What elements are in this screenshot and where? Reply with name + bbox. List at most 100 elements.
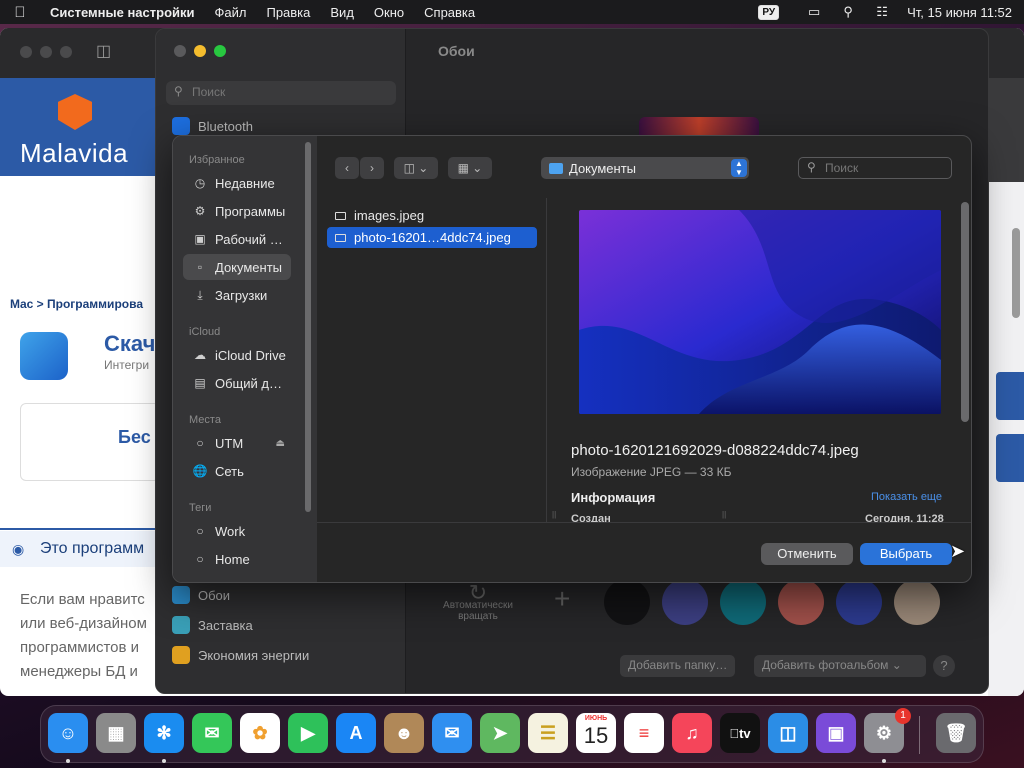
color-swatch[interactable] <box>836 579 882 625</box>
color-swatch[interactable] <box>662 579 708 625</box>
group-mode-button[interactable]: ▦ ⌄ <box>448 157 492 179</box>
sidebar-item-documents[interactable]: ▫ Документы <box>183 254 291 280</box>
sidebar-item-tag-home[interactable]: ○ Home <box>183 546 291 572</box>
wallpaper-preview-image <box>579 210 941 414</box>
messages-icon[interactable]: ✉ <box>192 713 232 753</box>
eject-icon[interactable]: ⏏ <box>276 438 285 449</box>
cancel-button[interactable]: Отменить <box>761 543 853 565</box>
add-album-button[interactable]: Добавить фотоальбом ⌄ <box>754 655 926 677</box>
calendar-icon[interactable]: ИЮНЬ 15 <box>576 713 616 753</box>
preview-scrollbar[interactable] <box>961 202 969 422</box>
back-button[interactable]: ‹ <box>335 157 359 179</box>
browser-right-edge <box>988 78 1024 696</box>
trash-icon[interactable]: 🗑 <box>936 713 976 753</box>
location-label: Документы <box>569 160 637 176</box>
panel-search-input[interactable]: ⚲ Поиск <box>798 157 952 179</box>
view-mode-button[interactable]: ◫ ⌄ <box>394 157 438 179</box>
tv-icon[interactable]: tv <box>720 713 760 753</box>
menu-help[interactable]: Справка <box>414 5 485 20</box>
color-swatch[interactable] <box>778 579 824 625</box>
help-button[interactable]: ? <box>933 655 955 677</box>
safari-icon[interactable]: ✻ <box>144 713 184 753</box>
file-row-selected[interactable]: photo-16201…4ddc74.jpeg <box>327 227 537 248</box>
apple-icon[interactable]:  <box>0 4 40 21</box>
column-resize-handle[interactable]: || <box>552 510 556 519</box>
mail-icon[interactable]: ✉ <box>432 713 472 753</box>
sidebar-item-screensaver[interactable]: Заставка <box>172 616 253 634</box>
icloud-header: iCloud <box>189 326 221 338</box>
running-indicator <box>66 759 70 763</box>
reminders-icon[interactable]: ≡ <box>624 713 664 753</box>
launchpad-icon[interactable]: ▦ <box>96 713 136 753</box>
chevron-down-icon: ⌄ <box>891 658 902 672</box>
keynote-icon[interactable]: ◫ <box>768 713 808 753</box>
sidebar-item-label: Обои <box>198 587 231 603</box>
settings-pane-title: Обои <box>438 43 475 59</box>
forward-button[interactable]: › <box>360 157 384 179</box>
color-swatch[interactable] <box>604 579 650 625</box>
search-icon[interactable]: ⚲ <box>831 4 865 20</box>
file-row[interactable]: images.jpeg <box>327 205 537 226</box>
search-icon: ⚲ <box>807 160 816 174</box>
screen-mirroring-icon[interactable]: ▭ <box>797 4 831 20</box>
section-divider <box>0 528 160 530</box>
globe-icon: 🌐 <box>192 464 208 478</box>
sidebar-item-utm[interactable]: ○ UTM ⏏ <box>183 430 291 456</box>
menu-view[interactable]: Вид <box>320 5 364 20</box>
sidebar-scrollbar[interactable] <box>305 142 311 512</box>
browser-window-controls[interactable] <box>20 46 72 58</box>
breadcrumb[interactable]: Mac > Программирова <box>10 297 143 311</box>
control-center-icon[interactable]: ☷ <box>865 4 899 20</box>
music-icon[interactable]: ♫ <box>672 713 712 753</box>
show-more-link[interactable]: Показать еще <box>871 491 942 503</box>
sidebar-item-energy[interactable]: Экономия энергии <box>172 646 309 664</box>
sidebar-item-network[interactable]: 🌐 Сеть <box>183 458 291 484</box>
finder-icon[interactable]: ☺ <box>48 713 88 753</box>
minimize-button[interactable] <box>194 45 206 57</box>
sidebar-toggle-icon[interactable]: ◫ <box>96 41 111 61</box>
sidebar-item-downloads[interactable]: ⤓ Загрузки <box>183 282 291 308</box>
contacts-icon[interactable]: ☻ <box>384 713 424 753</box>
menu-window[interactable]: Окно <box>364 5 414 20</box>
facetime-icon[interactable]: ▶ <box>288 713 328 753</box>
sidebar-item-bluetooth[interactable]: Bluetooth <box>172 117 253 135</box>
browser-side-button[interactable] <box>996 434 1024 482</box>
site-logo-text: Malavida <box>20 138 129 168</box>
rss-icon: ◉ <box>12 541 25 557</box>
sidebar-item-recents[interactable]: ◷ Недавние <box>183 170 291 196</box>
add-folder-button[interactable]: Добавить папку… <box>620 655 736 677</box>
menu-app-name[interactable]: Системные настройки <box>40 5 205 20</box>
menu-file[interactable]: Файл <box>205 5 257 20</box>
sidebar-item-icloud-drive[interactable]: ☁ iCloud Drive <box>183 342 291 368</box>
photos-icon[interactable]: ✿ <box>240 713 280 753</box>
sidebar-item-wallpaper[interactable]: Обои <box>172 586 230 604</box>
podcast-icon[interactable]: ▣ <box>816 713 856 753</box>
site-header[interactable]: Malavida <box>0 78 160 176</box>
sidebar-item-applications[interactable]: ⚙ Программы <box>183 198 291 224</box>
color-swatch[interactable] <box>720 579 766 625</box>
section-title: Это программ <box>40 540 145 557</box>
sidebar-item-shared[interactable]: ▤ Общий доступ <box>183 370 291 396</box>
sidebar-item-desktop[interactable]: ▣ Рабочий стол <box>183 226 291 252</box>
app-store-icon[interactable]: A <box>336 713 376 753</box>
add-color-button[interactable]: + <box>554 583 570 615</box>
auto-rotate-button[interactable]: ↻ Автоматически вращать <box>443 582 513 623</box>
preview-pane: photo-1620121692029-d088224ddc74.jpeg Из… <box>561 198 971 522</box>
menu-clock[interactable]: Чт, 15 июня 11:52 <box>899 5 1024 20</box>
choose-button[interactable]: Выбрать <box>860 543 952 565</box>
browser-scrollbar[interactable] <box>1012 228 1020 318</box>
menu-edit[interactable]: Правка <box>256 5 320 20</box>
browser-side-button[interactable] <box>996 372 1024 420</box>
settings-window-controls[interactable] <box>174 45 226 57</box>
file-name: images.jpeg <box>354 208 425 223</box>
notes-icon[interactable]: ☰ <box>528 713 568 753</box>
section-header: ◉ Это программ <box>0 531 160 567</box>
close-button[interactable] <box>174 45 186 57</box>
settings-search-input[interactable]: ⚲ Поиск <box>166 81 396 105</box>
input-language-indicator[interactable]: РУ <box>758 4 780 20</box>
sidebar-item-tag-work[interactable]: ○ Work <box>183 518 291 544</box>
location-popup[interactable]: Документы ▲ ▼ <box>541 157 749 179</box>
zoom-button[interactable] <box>214 45 226 57</box>
color-swatch[interactable] <box>894 579 940 625</box>
maps-icon[interactable]: ➤ <box>480 713 520 753</box>
